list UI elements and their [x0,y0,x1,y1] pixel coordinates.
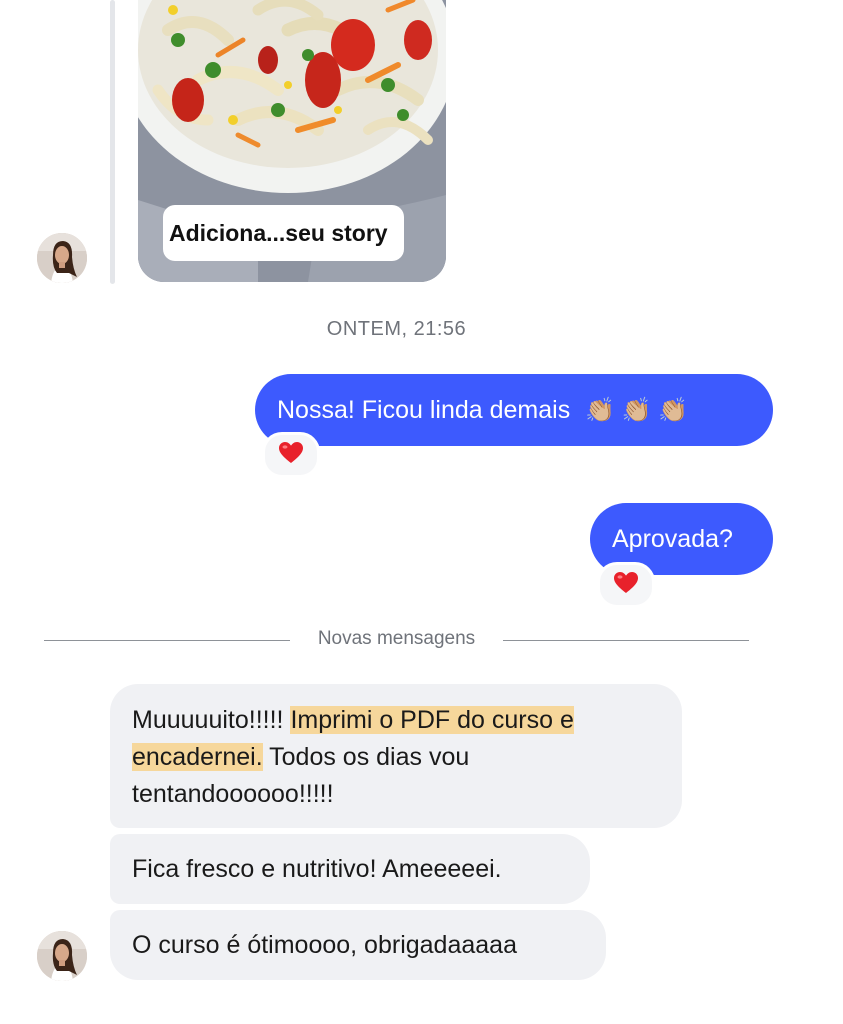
message-incoming[interactable]: Muuuuuito!!!!! Imprimi o PDF do curso e … [110,684,682,828]
clapping-hands-emoji: 👏🏼 👏🏼 👏🏼 [585,397,689,424]
profile-photo [37,233,87,283]
message-text: Aprovada? [612,525,733,553]
heart-icon [614,572,638,594]
heart-reaction[interactable] [597,562,655,608]
profile-photo [37,931,87,981]
message-text-part: Muuuuuito!!!!! [132,706,291,734]
avatar[interactable] [37,931,87,981]
divider-line-right [503,640,749,641]
timestamp: ONTEM, 21:56 [326,318,467,340]
story-caption: Adiciona...seu story [163,205,404,261]
message-incoming[interactable]: Fica fresco e nutritivo! Ameeeeei. [110,834,590,904]
new-messages-divider: Novas mensagens [317,628,476,649]
heart-icon [279,442,303,464]
divider-line-left [44,640,290,641]
message-text: O curso é ótimoooo, obrigadaaaaa [132,931,517,959]
message-text: Fica fresco e nutritivo! Ameeeeei. [132,855,502,883]
message-text: Nossa! Ficou linda demais [277,396,571,424]
message-outgoing[interactable]: Nossa! Ficou linda demais 👏🏼 👏🏼 👏🏼 [255,374,773,446]
avatar[interactable] [37,233,87,283]
heart-reaction[interactable] [262,432,320,478]
story-reply-line [110,0,115,284]
chat-screen: Adiciona...seu story ONTEM, 21:56 Nossa!… [0,0,843,1024]
message-incoming[interactable]: O curso é ótimoooo, obrigadaaaaa [110,910,606,980]
